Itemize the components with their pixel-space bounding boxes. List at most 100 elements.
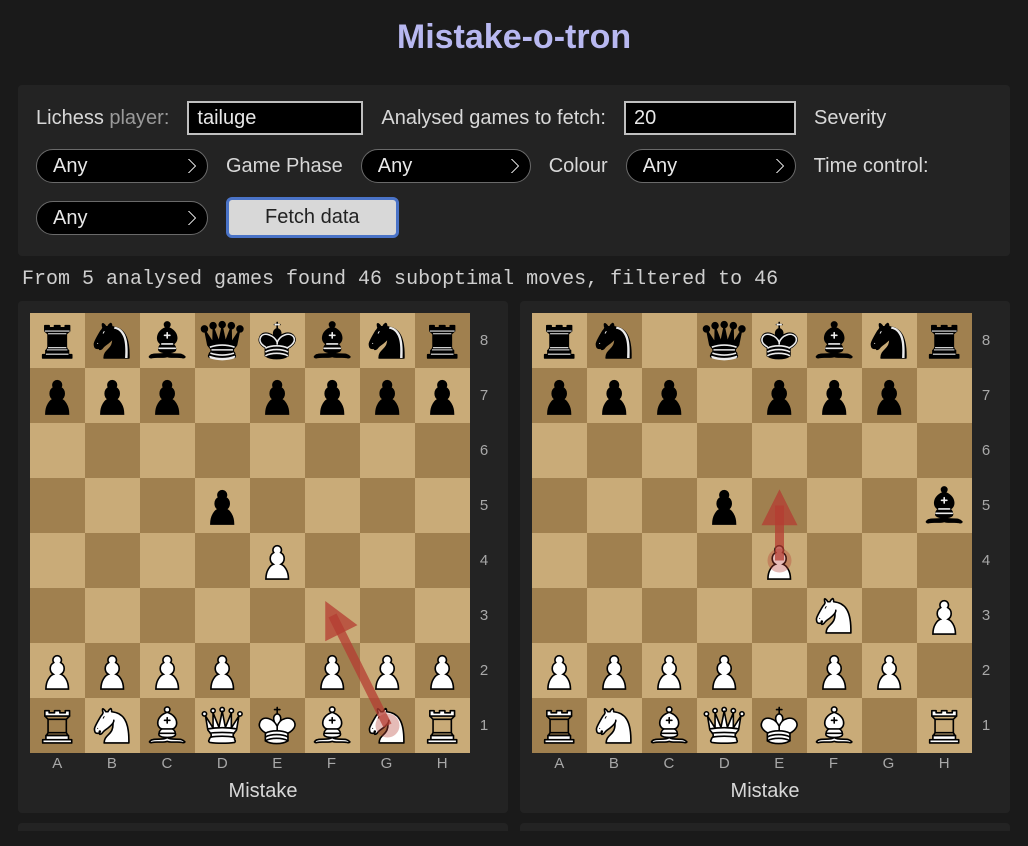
square-b8[interactable] [587,313,642,368]
square-d6[interactable] [697,423,752,478]
square-d4[interactable] [697,533,752,588]
piece-bb[interactable] [305,313,360,368]
square-b7[interactable] [85,368,140,423]
piece-wp[interactable] [195,643,250,698]
square-h2[interactable] [917,643,972,698]
square-h3[interactable] [415,588,470,643]
square-f2[interactable] [807,643,862,698]
square-b2[interactable] [587,643,642,698]
piece-bp[interactable] [85,368,140,423]
square-b1[interactable] [587,698,642,753]
square-d1[interactable] [697,698,752,753]
square-c1[interactable] [642,698,697,753]
square-d8[interactable] [697,313,752,368]
square-h3[interactable] [917,588,972,643]
square-b5[interactable] [587,478,642,533]
piece-bq[interactable] [195,313,250,368]
piece-wn[interactable] [360,698,415,753]
piece-bp[interactable] [250,368,305,423]
square-a7[interactable] [30,368,85,423]
square-f3[interactable] [807,588,862,643]
square-g1[interactable] [360,698,415,753]
square-b8[interactable] [85,313,140,368]
piece-wr[interactable] [917,698,972,753]
square-d5[interactable] [697,478,752,533]
square-c8[interactable] [140,313,195,368]
piece-wr[interactable] [532,698,587,753]
time-select[interactable]: Any [36,201,208,235]
piece-bn[interactable] [587,313,642,368]
square-e5[interactable] [752,478,807,533]
piece-bq[interactable] [697,313,752,368]
square-h8[interactable] [415,313,470,368]
piece-wp[interactable] [360,643,415,698]
piece-wp[interactable] [532,643,587,698]
square-a7[interactable] [532,368,587,423]
piece-bn[interactable] [85,313,140,368]
square-e5[interactable] [250,478,305,533]
square-g7[interactable] [862,368,917,423]
piece-wp[interactable] [140,643,195,698]
chess-board[interactable] [532,313,972,753]
piece-bp[interactable] [532,368,587,423]
square-f8[interactable] [807,313,862,368]
piece-wn[interactable] [85,698,140,753]
square-f6[interactable] [807,423,862,478]
square-e2[interactable] [752,643,807,698]
square-c7[interactable] [642,368,697,423]
piece-wn[interactable] [807,588,862,643]
piece-wp[interactable] [250,533,305,588]
square-b2[interactable] [85,643,140,698]
square-b3[interactable] [587,588,642,643]
square-b4[interactable] [85,533,140,588]
square-g6[interactable] [360,423,415,478]
square-c5[interactable] [642,478,697,533]
square-a2[interactable] [30,643,85,698]
square-h4[interactable] [917,533,972,588]
square-c6[interactable] [140,423,195,478]
square-d3[interactable] [195,588,250,643]
square-e7[interactable] [752,368,807,423]
square-g7[interactable] [360,368,415,423]
square-d2[interactable] [195,643,250,698]
square-d7[interactable] [195,368,250,423]
piece-wk[interactable] [250,698,305,753]
piece-wb[interactable] [807,698,862,753]
square-g1[interactable] [862,698,917,753]
square-d7[interactable] [697,368,752,423]
square-g2[interactable] [360,643,415,698]
piece-wp[interactable] [85,643,140,698]
square-f2[interactable] [305,643,360,698]
square-e3[interactable] [250,588,305,643]
square-g2[interactable] [862,643,917,698]
square-a5[interactable] [30,478,85,533]
piece-bp[interactable] [697,478,752,533]
piece-wq[interactable] [697,698,752,753]
square-g5[interactable] [360,478,415,533]
square-b6[interactable] [85,423,140,478]
piece-wb[interactable] [305,698,360,753]
square-c2[interactable] [642,643,697,698]
square-c5[interactable] [140,478,195,533]
square-h7[interactable] [917,368,972,423]
square-a8[interactable] [30,313,85,368]
piece-bp[interactable] [807,368,862,423]
piece-bp[interactable] [305,368,360,423]
square-g3[interactable] [360,588,415,643]
piece-bp[interactable] [752,368,807,423]
square-f7[interactable] [305,368,360,423]
square-d5[interactable] [195,478,250,533]
square-h7[interactable] [415,368,470,423]
piece-wn[interactable] [587,698,642,753]
square-b6[interactable] [587,423,642,478]
piece-wp[interactable] [917,588,972,643]
square-g8[interactable] [862,313,917,368]
square-c2[interactable] [140,643,195,698]
square-h8[interactable] [917,313,972,368]
piece-bp[interactable] [195,478,250,533]
square-h6[interactable] [415,423,470,478]
piece-br[interactable] [917,313,972,368]
piece-bp[interactable] [587,368,642,423]
square-b1[interactable] [85,698,140,753]
colour-select[interactable]: Any [626,149,796,183]
